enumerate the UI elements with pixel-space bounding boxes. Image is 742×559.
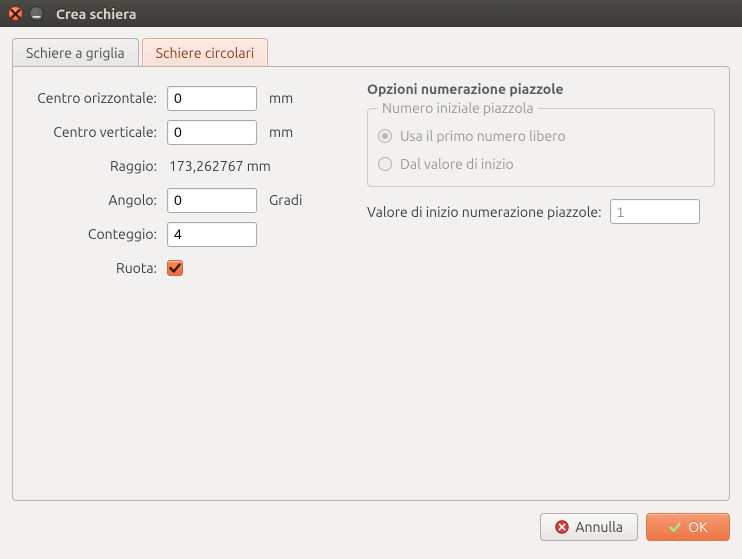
tab-page-circular: Centro orizzontale: mm Centro verticale:… xyxy=(12,66,730,501)
cancel-button-label: Annulla xyxy=(575,519,623,535)
start-value-label: Valore di inizio numerazione piazzole: xyxy=(367,204,602,220)
minimize-icon[interactable] xyxy=(29,6,44,21)
tab-circular-label: Schiere circolari xyxy=(156,45,255,61)
radio-from-start[interactable] xyxy=(378,157,392,171)
tab-circular[interactable]: Schiere circolari xyxy=(142,38,269,67)
radio-first-free-label: Usa il primo numero libero xyxy=(400,128,566,144)
vcenter-input[interactable] xyxy=(167,120,257,145)
count-label: Conteggio: xyxy=(27,226,167,242)
rotate-checkbox[interactable] xyxy=(167,260,183,276)
start-value-input xyxy=(610,199,700,224)
tab-grid[interactable]: Schiere a griglia xyxy=(12,38,139,67)
initial-pad-number-legend: Numero iniziale piazzola xyxy=(378,100,538,116)
cancel-button[interactable]: Annulla xyxy=(540,513,638,541)
ok-icon xyxy=(668,520,682,534)
ok-button-label: OK xyxy=(688,519,707,535)
ok-button[interactable]: OK xyxy=(646,513,730,541)
tab-grid-label: Schiere a griglia xyxy=(26,45,125,61)
cancel-icon xyxy=(555,520,569,534)
title-bar: Crea schiera xyxy=(0,0,742,27)
radius-label: Raggio: xyxy=(27,158,167,174)
tab-bar: Schiere a griglia Schiere circolari xyxy=(12,37,730,67)
vcenter-label: Centro verticale: xyxy=(27,124,167,140)
circular-form: Centro orizzontale: mm Centro verticale:… xyxy=(27,81,347,490)
count-input[interactable] xyxy=(167,222,257,247)
angle-unit: Gradi xyxy=(257,192,302,208)
window-title: Crea schiera xyxy=(56,6,136,22)
angle-input[interactable] xyxy=(167,188,257,213)
angle-label: Angolo: xyxy=(27,192,167,208)
vcenter-unit: mm xyxy=(257,124,293,140)
pad-options-title: Opzioni numerazione piazzole xyxy=(367,81,715,97)
hcenter-input[interactable] xyxy=(167,86,257,111)
close-icon[interactable] xyxy=(8,6,23,21)
radio-from-start-label: Dal valore di inizio xyxy=(400,156,514,172)
radius-value: 173,262767 mm xyxy=(167,158,271,174)
radio-first-free[interactable] xyxy=(378,129,392,143)
pad-numbering-options: Opzioni numerazione piazzole Numero iniz… xyxy=(367,81,715,490)
hcenter-label: Centro orizzontale: xyxy=(27,90,167,106)
initial-pad-number-group: Numero iniziale piazzola Usa il primo nu… xyxy=(367,100,715,187)
dialog-footer: Annulla OK xyxy=(12,507,730,547)
hcenter-unit: mm xyxy=(257,90,293,106)
window-client: Schiere a griglia Schiere circolari Cent… xyxy=(0,27,742,559)
check-icon xyxy=(168,261,182,275)
rotate-label: Ruota: xyxy=(27,260,167,276)
